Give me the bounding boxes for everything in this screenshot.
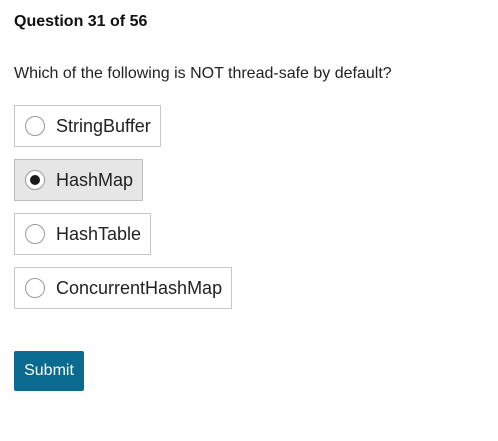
radio-button-selected-icon[interactable] <box>25 170 45 190</box>
option-label: HashTable <box>56 223 142 244</box>
option-label: StringBuffer <box>56 115 151 136</box>
question-counter: Question 31 of 56 <box>14 13 148 30</box>
option-stringbuffer[interactable]: StringBuffer <box>14 105 161 147</box>
radio-button-icon[interactable] <box>25 278 45 298</box>
question-text: Which of the following is NOT thread-saf… <box>14 65 392 82</box>
option-concurrenthashmap[interactable]: ConcurrentHashMap <box>14 267 232 309</box>
submit-button[interactable]: Submit <box>14 351 84 391</box>
option-hashtable[interactable]: HashTable <box>14 213 151 255</box>
option-label: HashMap <box>56 169 134 190</box>
radio-dot-icon <box>30 175 40 185</box>
radio-button-icon[interactable] <box>25 116 45 136</box>
radio-button-icon[interactable] <box>25 224 45 244</box>
option-label: ConcurrentHashMap <box>56 277 223 298</box>
option-hashmap[interactable]: HashMap <box>14 159 143 201</box>
